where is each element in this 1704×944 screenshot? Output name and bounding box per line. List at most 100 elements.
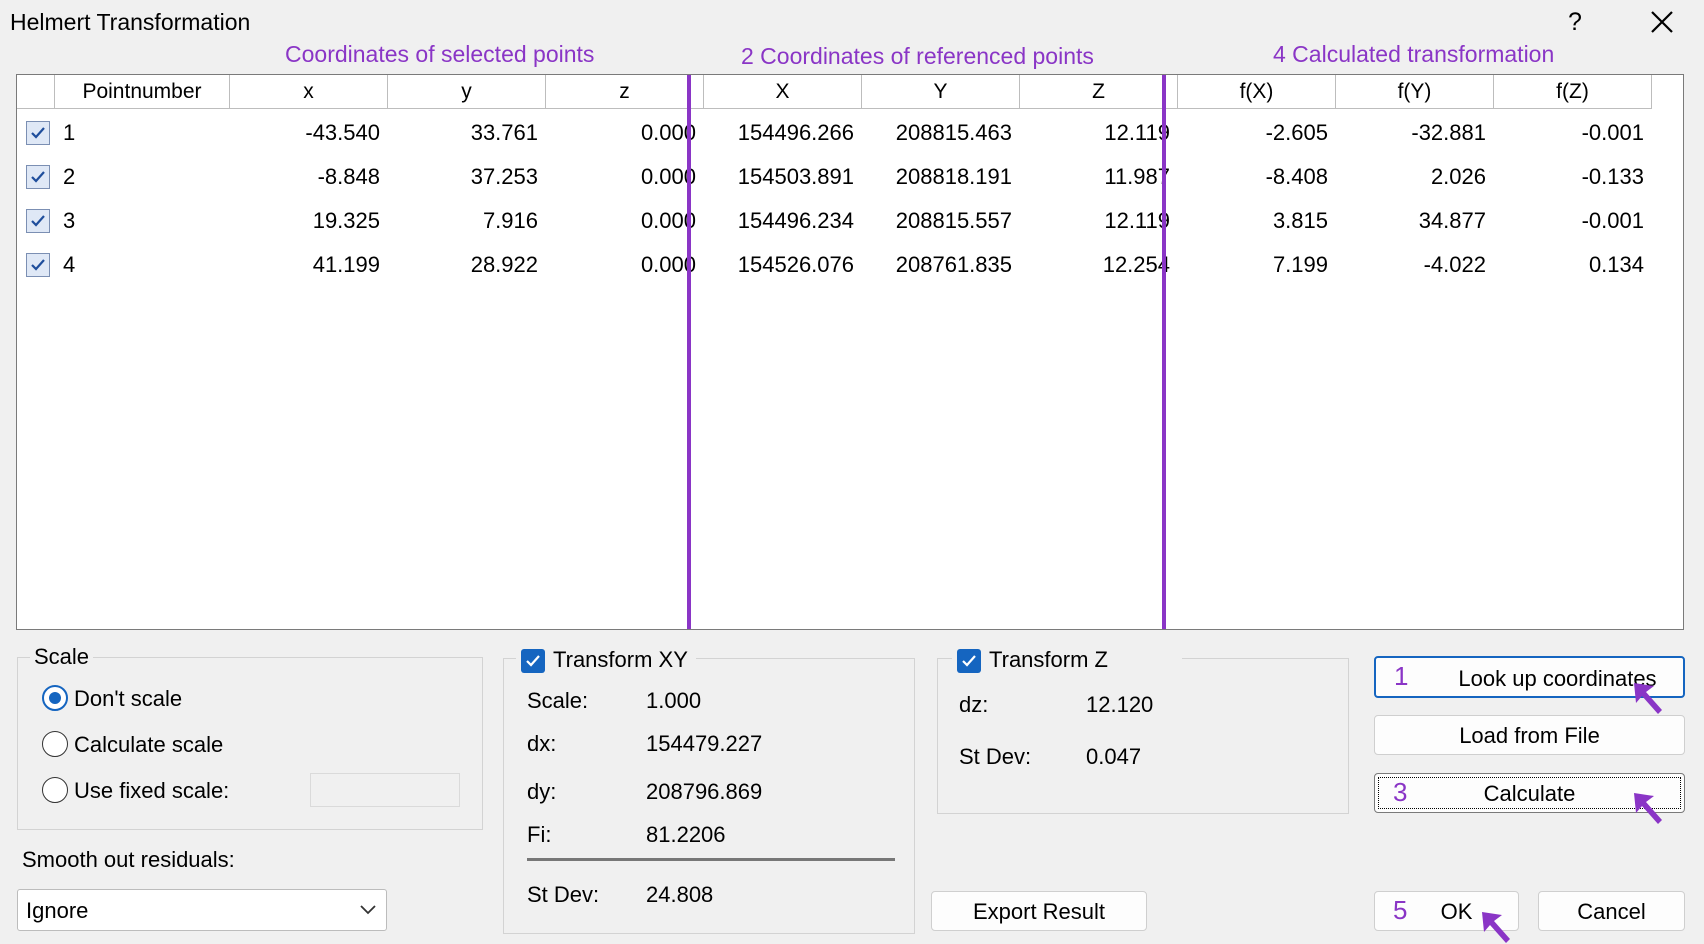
cell-z: 0.000 bbox=[640, 120, 696, 145]
row-checkbox[interactable] bbox=[26, 165, 50, 189]
cell-fx: -8.408 bbox=[1265, 164, 1328, 189]
cell-z: 0.000 bbox=[640, 208, 696, 233]
cell-y: 33.761 bbox=[470, 120, 538, 145]
export-result-label: Export Result bbox=[972, 899, 1106, 924]
transform-xy-header: Transform XY bbox=[516, 646, 696, 676]
cell-fx: -2.605 bbox=[1265, 120, 1328, 145]
cell-fy: -4.022 bbox=[1423, 252, 1486, 277]
step-1-annotation: 1 bbox=[1394, 661, 1409, 691]
check-icon bbox=[526, 655, 540, 667]
cell-ref-y: 208815.463 bbox=[895, 120, 1012, 145]
cell-fx: 7.199 bbox=[1272, 252, 1328, 277]
radio-dont-scale-label[interactable]: Don't scale bbox=[74, 686, 182, 712]
check-icon bbox=[31, 259, 45, 271]
cell-fy: 34.877 bbox=[1418, 208, 1486, 233]
check-icon bbox=[31, 171, 45, 183]
cell-x: -8.848 bbox=[317, 164, 380, 189]
export-result-button[interactable]: Export Result bbox=[931, 891, 1147, 931]
transform-xy-label[interactable]: Transform XY bbox=[553, 647, 688, 673]
load-from-file-label: Load from File bbox=[1459, 723, 1600, 748]
cell-pointnumber: 1 bbox=[63, 120, 76, 145]
radio-fixed-scale[interactable] bbox=[42, 777, 68, 803]
radio-dont-scale[interactable] bbox=[42, 685, 68, 711]
scale-group-label: Scale bbox=[30, 644, 94, 670]
xy-stdev-value: 24.808 bbox=[646, 882, 714, 907]
annotation-selected-points: Coordinates of selected points bbox=[285, 41, 595, 67]
xy-dy-label: dy: bbox=[527, 779, 557, 804]
annotation-calculated-transformation: 4 Calculated transformation bbox=[1273, 41, 1555, 67]
cell-fz: -0.001 bbox=[1581, 120, 1644, 145]
xy-divider bbox=[527, 858, 895, 861]
cancel-label: Cancel bbox=[1577, 899, 1646, 924]
xy-dy-value: 208796.869 bbox=[646, 779, 763, 804]
annotation-arrow-icon bbox=[1482, 912, 1510, 943]
cell-pointnumber: 2 bbox=[63, 164, 76, 189]
header-ref-y[interactable]: Y bbox=[862, 75, 1020, 109]
separator-calculated bbox=[1162, 75, 1166, 629]
close-icon bbox=[1651, 11, 1673, 33]
cell-ref-z: 12.254 bbox=[1102, 252, 1170, 277]
header-y[interactable]: y bbox=[388, 75, 546, 109]
xy-fi-value: 81.2206 bbox=[646, 822, 726, 847]
smooth-residuals-label: Smooth out residuals: bbox=[22, 847, 235, 872]
cell-ref-z: 11.987 bbox=[1104, 164, 1170, 189]
row-checkbox[interactable] bbox=[26, 121, 50, 145]
cell-fx: 3.815 bbox=[1272, 208, 1328, 233]
fixed-scale-input[interactable] bbox=[310, 773, 460, 807]
window-title: Helmert Transformation bbox=[10, 9, 251, 35]
xy-scale-label: Scale: bbox=[527, 688, 589, 713]
close-button[interactable] bbox=[1640, 2, 1684, 42]
header-fy[interactable]: f(Y) bbox=[1336, 75, 1494, 109]
header-z[interactable]: z bbox=[546, 75, 704, 109]
cell-x: 19.325 bbox=[312, 208, 380, 233]
transform-z-checkbox[interactable] bbox=[957, 649, 981, 673]
header-fx[interactable]: f(X) bbox=[1178, 75, 1336, 109]
z-dz-value: 12.120 bbox=[1086, 692, 1154, 717]
separator-referenced bbox=[687, 75, 691, 629]
xy-dx-label: dx: bbox=[527, 731, 557, 756]
smooth-residuals-select[interactable]: Ignore bbox=[17, 889, 387, 931]
z-stdev-label: St Dev: bbox=[959, 744, 1032, 769]
header-fz[interactable]: f(Z) bbox=[1494, 75, 1652, 109]
cell-z: 0.000 bbox=[640, 252, 696, 277]
row-checkbox[interactable] bbox=[26, 253, 50, 277]
z-stdev-value: 0.047 bbox=[1086, 744, 1142, 769]
annotation-arrow-icon bbox=[1634, 793, 1662, 824]
cell-fz: -0.001 bbox=[1581, 208, 1644, 233]
cell-ref-z: 12.119 bbox=[1104, 120, 1170, 145]
annotation-referenced-points: 2 Coordinates of referenced points bbox=[741, 43, 1094, 69]
cancel-button[interactable]: Cancel bbox=[1538, 891, 1685, 931]
load-from-file-button[interactable]: Load from File bbox=[1374, 715, 1685, 755]
transform-xy-checkbox[interactable] bbox=[521, 649, 545, 673]
cell-z: 0.000 bbox=[640, 164, 696, 189]
radio-calculate-scale-label[interactable]: Calculate scale bbox=[74, 732, 223, 758]
radio-fixed-scale-label[interactable]: Use fixed scale: bbox=[74, 778, 229, 804]
cell-pointnumber: 4 bbox=[63, 252, 76, 277]
cell-fz: 0.134 bbox=[1588, 252, 1644, 277]
help-button[interactable]: ? bbox=[1555, 4, 1595, 40]
row-checkbox[interactable] bbox=[26, 209, 50, 233]
cell-y: 28.922 bbox=[470, 252, 538, 277]
header-x[interactable]: x bbox=[230, 75, 388, 109]
cell-ref-x: 154496.266 bbox=[737, 120, 854, 145]
xy-scale-value: 1.000 bbox=[646, 688, 702, 713]
cell-fy: 2.026 bbox=[1430, 164, 1486, 189]
cell-ref-y: 208818.191 bbox=[895, 164, 1012, 189]
cell-ref-y: 208761.835 bbox=[895, 252, 1012, 277]
points-grid[interactable]: Pointnumber x y z X Y Z f(X) f(Y) f(Z) 1… bbox=[16, 74, 1684, 630]
cell-ref-x: 154496.234 bbox=[737, 208, 854, 233]
cell-x: 41.199 bbox=[312, 252, 380, 277]
header-ref-x[interactable]: X bbox=[704, 75, 862, 109]
transform-z-group bbox=[937, 658, 1349, 814]
cell-pointnumber: 3 bbox=[63, 208, 76, 233]
header-ref-z[interactable]: Z bbox=[1020, 75, 1178, 109]
transform-z-label[interactable]: Transform Z bbox=[989, 647, 1108, 673]
chevron-down-icon bbox=[360, 905, 376, 915]
cell-y: 37.253 bbox=[470, 164, 538, 189]
check-icon bbox=[31, 215, 45, 227]
smooth-residuals-value: Ignore bbox=[26, 898, 89, 923]
annotation-arrow-icon bbox=[1634, 683, 1662, 714]
xy-dx-value: 154479.227 bbox=[646, 731, 763, 756]
radio-calculate-scale[interactable] bbox=[42, 731, 68, 757]
header-pointnumber[interactable]: Pointnumber bbox=[55, 75, 230, 109]
